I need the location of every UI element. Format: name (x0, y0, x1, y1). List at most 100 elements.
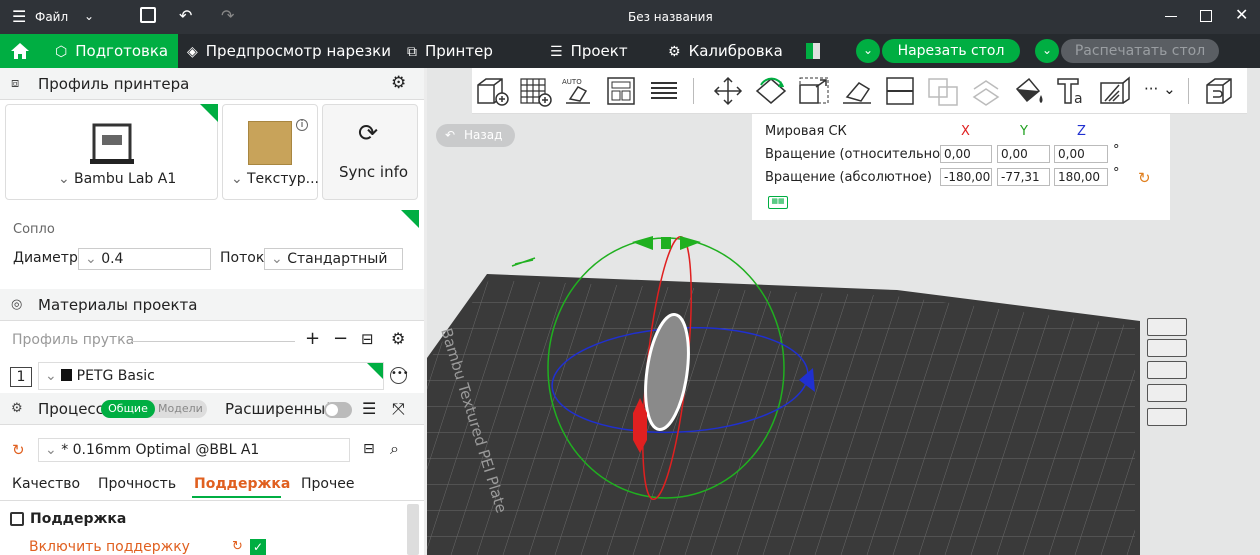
project-icon: ☰ (550, 44, 563, 60)
tab-preview-label: Предпросмотр нарезки (205, 42, 391, 60)
filament-profile-label: Профиль прутка (12, 332, 135, 348)
print-dropdown[interactable]: ⌄ (1035, 39, 1059, 63)
search-icon[interactable]: ⌕ (390, 439, 399, 459)
arrange-button[interactable] (603, 75, 639, 107)
scrollbar[interactable] (407, 504, 419, 555)
process-preset-select[interactable]: ⌄ * 0.16mm Optimal @BBL A1 (38, 438, 350, 462)
tab-project[interactable]: ☰ Проект (550, 34, 628, 68)
multicolor-icon[interactable] (806, 43, 820, 59)
assembly-view-button[interactable] (1201, 75, 1237, 107)
sync-filament-icon[interactable]: ⊟ (361, 330, 374, 348)
close-icon[interactable]: ✕ (1235, 5, 1248, 24)
list-icon[interactable]: ☰ (362, 399, 376, 418)
filament-icon: ◎ (11, 297, 23, 312)
filament-slot[interactable]: 1 (10, 367, 32, 387)
boolean-button[interactable] (925, 75, 961, 107)
redo-icon[interactable]: ↷ (221, 6, 234, 25)
print-button[interactable]: Распечатать стол (1061, 39, 1219, 63)
more-tools-icon[interactable]: ··· ⌄ (1144, 80, 1176, 98)
info-icon[interactable]: i (296, 119, 308, 131)
compare-icon[interactable]: ⤧ (392, 399, 405, 419)
paint-button[interactable] (1011, 75, 1047, 107)
mesh-boolean-button[interactable] (968, 75, 1004, 107)
tab-printer[interactable]: ⧉ Принтер (407, 34, 493, 68)
hamburger-icon[interactable]: ☰ (12, 7, 26, 26)
maximize-icon[interactable] (1200, 10, 1212, 22)
split-layers-button[interactable] (646, 75, 682, 107)
relative-rotation-label: Вращение (относительное) (765, 147, 954, 162)
add-icon[interactable]: + (305, 328, 320, 349)
plate-settings-icon[interactable] (1147, 408, 1187, 426)
slice-dropdown[interactable]: ⌄ (856, 39, 880, 63)
flow-select[interactable]: ⌄ Стандартный (264, 248, 403, 270)
tab-calibration[interactable]: ⚙ Калибровка (668, 34, 783, 68)
plate-card[interactable]: i ⌄ Текстур... (222, 104, 319, 200)
toggle-global[interactable]: Общие (101, 400, 155, 418)
enable-support-checkbox[interactable]: ✓ (250, 539, 266, 555)
sync-info-button[interactable]: ⟳ Sync info (322, 104, 418, 200)
tab-prepare[interactable]: ⬡ Подготовка (40, 34, 178, 68)
reset-icon[interactable]: ↻ (232, 539, 243, 554)
save-icon[interactable] (140, 7, 156, 23)
tab-other[interactable]: Прочее (301, 476, 354, 492)
printer-section-header: ⧈ Профиль принтера ⚙ (0, 68, 424, 100)
cut-button[interactable] (882, 75, 918, 107)
y-handle[interactable] (632, 236, 653, 250)
gear-icon[interactable]: ⚙ (391, 329, 405, 348)
back-button[interactable]: ↶ Назад (436, 124, 515, 147)
arrange-icon (607, 77, 635, 105)
tab-preview[interactable]: ◈ Предпросмотр нарезки (187, 34, 391, 68)
add-object-button[interactable] (474, 75, 510, 107)
filament-select[interactable]: ⌄ PETG Basic (38, 362, 384, 390)
y-handle-center[interactable] (661, 237, 671, 249)
scale-button[interactable] (796, 75, 832, 107)
plate-lock-icon[interactable] (1147, 384, 1187, 402)
add-plate-button[interactable] (517, 75, 553, 107)
printer-icon: ⧉ (407, 44, 417, 60)
move-icon (713, 76, 743, 106)
advanced-switch[interactable] (324, 402, 352, 418)
text-button[interactable]: a (1054, 75, 1090, 107)
plate-arrange-icon[interactable] (1147, 361, 1187, 379)
minimize-icon[interactable] (1165, 16, 1177, 17)
reset-icon[interactable]: ↻ (12, 441, 25, 459)
undo-icon[interactable]: ↶ (179, 6, 192, 25)
world-coords-label: Мировая СК (765, 124, 847, 139)
reset-rotation-icon[interactable]: ↻ (1138, 169, 1151, 187)
grid-icon (520, 78, 552, 107)
degree-unit: ° (1113, 166, 1120, 181)
save-icon[interactable]: ⊟ (363, 441, 375, 457)
global-objects-toggle[interactable]: Общие Модели (101, 400, 207, 418)
toggle-objects[interactable]: Модели (158, 400, 203, 418)
diameter-select[interactable]: ⌄ 0.4 (78, 248, 211, 270)
y-handle-arrow[interactable] (680, 236, 701, 250)
rotate-button[interactable] (753, 75, 789, 107)
absolute-z-input[interactable]: 180,00 (1054, 168, 1108, 186)
relative-x-input[interactable]: 0,00 (940, 145, 992, 163)
home-button[interactable] (0, 34, 40, 68)
tab-strength[interactable]: Прочность (98, 476, 176, 492)
absolute-x-input[interactable]: -180,00 (940, 168, 992, 186)
slice-button[interactable]: Нарезать стол (882, 39, 1020, 63)
plate-orient-icon[interactable] (1147, 339, 1187, 357)
lay-on-face-button[interactable] (839, 75, 875, 107)
svg-emboss-button[interactable] (1097, 75, 1133, 107)
keyboard-icon[interactable]: ▦▦ (768, 196, 788, 209)
gear-icon[interactable]: ⚙ (391, 73, 406, 93)
plate-delete-icon[interactable] (1147, 318, 1187, 336)
printer-card[interactable]: ⌄ Bambu Lab A1 (5, 104, 218, 200)
absolute-y-input[interactable]: -77,31 (997, 168, 1050, 186)
relative-y-input[interactable]: 0,00 (997, 145, 1050, 163)
chevron-down-icon: ⌄ (45, 368, 62, 384)
axis-y-label: Y (1020, 124, 1028, 139)
auto-orient-button[interactable]: AUTO (560, 75, 596, 107)
more-icon[interactable]: ••• (390, 367, 409, 384)
tab-support[interactable]: Поддержка (194, 476, 290, 492)
remove-icon[interactable]: − (333, 328, 348, 349)
tab-quality[interactable]: Качество (12, 476, 80, 492)
relative-z-input[interactable]: 0,00 (1054, 145, 1108, 163)
file-menu[interactable]: Файл (35, 10, 68, 24)
chevron-down-icon[interactable]: ⌄ (84, 9, 94, 23)
move-button[interactable] (710, 75, 746, 107)
printer-icon: ⧈ (11, 76, 20, 91)
